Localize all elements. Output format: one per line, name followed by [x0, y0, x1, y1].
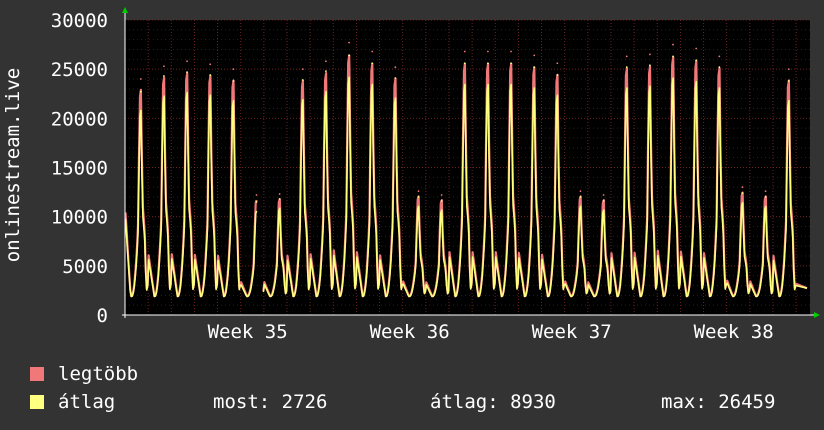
- peak-point-max: [741, 186, 744, 189]
- peak-point-max: [579, 190, 582, 193]
- legend-swatch-max: [30, 367, 44, 381]
- peak-point-avg: [487, 62, 489, 65]
- y-tick-label: 10000: [51, 207, 108, 229]
- x-tick-label: Week 36: [370, 321, 450, 343]
- y-tick-label: 5000: [62, 256, 108, 278]
- peak-point-max: [695, 47, 698, 50]
- peak-point-max: [325, 60, 327, 63]
- peak-point-avg: [139, 90, 142, 93]
- y-tick-label: 30000: [51, 10, 108, 32]
- peak-point-max: [440, 194, 443, 196]
- peak-point-avg: [255, 201, 258, 203]
- x-axis-arrow: [814, 312, 820, 318]
- peak-point-avg: [648, 64, 651, 67]
- peak-point-max: [625, 55, 628, 58]
- peak-point-avg: [163, 75, 165, 77]
- peak-point-max: [348, 41, 350, 44]
- peak-point-max: [278, 193, 281, 195]
- legend-item-avg: átlag: [30, 390, 115, 414]
- peak-point-avg: [278, 198, 281, 200]
- peak-point-avg: [510, 62, 512, 65]
- peak-point-max: [510, 50, 512, 53]
- legend-item-max: legtöbb: [30, 362, 138, 386]
- peak-point-avg: [348, 54, 350, 57]
- peak-point-avg: [602, 200, 605, 202]
- peak-point-max: [718, 55, 721, 58]
- peak-point-avg: [301, 79, 304, 81]
- x-tick-label: Week 37: [532, 321, 612, 343]
- peak-point-avg: [463, 62, 466, 65]
- peak-point-avg: [625, 66, 628, 69]
- peak-point-avg: [417, 196, 420, 198]
- x-tick-label: Week 35: [208, 321, 288, 343]
- stat-average: átlag: 8930: [430, 390, 556, 414]
- stat-maximum: max: 26459: [661, 390, 775, 414]
- y-tick-label: 0: [97, 305, 108, 327]
- y-tick-label: 25000: [51, 59, 108, 81]
- peak-point-max: [394, 66, 397, 69]
- peak-point-avg: [186, 71, 188, 74]
- peak-point-max: [417, 190, 420, 193]
- peak-point-max: [602, 194, 605, 196]
- peak-point-max: [186, 60, 188, 63]
- peak-point-avg: [533, 66, 536, 69]
- peak-point-avg: [325, 70, 327, 73]
- peak-point-max: [533, 54, 536, 57]
- x-tick-labels: Week 35 Week 36 Week 37 Week 38: [208, 321, 774, 343]
- y-tick-label: 20000: [51, 108, 108, 130]
- peak-point-max: [209, 63, 212, 66]
- peak-point-avg: [695, 59, 698, 62]
- y-axis-label: onlinestream.live: [2, 68, 24, 262]
- peak-point-avg: [741, 192, 744, 194]
- peak-point-avg: [556, 74, 559, 76]
- legend-label-avg: átlag: [58, 391, 116, 413]
- x-tick-label: Week 38: [694, 321, 774, 343]
- peak-point-avg: [718, 66, 721, 69]
- peak-point-max: [371, 50, 374, 53]
- peak-point-avg: [787, 80, 790, 82]
- peak-point-max: [648, 53, 651, 56]
- peak-point-max: [463, 50, 466, 53]
- peak-point-max: [487, 50, 489, 53]
- peak-point-max: [787, 68, 790, 71]
- stat-current-value: most: 2726: [213, 391, 328, 413]
- peak-point-max: [301, 68, 304, 71]
- peak-point-avg: [209, 74, 212, 76]
- peak-point-max: [139, 78, 142, 80]
- legend-swatch-avg: [30, 395, 44, 409]
- peak-point-avg: [232, 80, 235, 82]
- peak-point-max: [556, 62, 559, 65]
- stat-maximum-value: max: 26459: [661, 391, 776, 413]
- peak-point-avg: [371, 62, 374, 65]
- peak-point-avg: [394, 77, 397, 79]
- peak-point-max: [764, 190, 767, 193]
- y-axis-arrow: [122, 7, 128, 13]
- y-tick-label: 15000: [51, 158, 108, 180]
- peak-point-max: [232, 68, 235, 71]
- stat-average-value: átlag: 8930: [430, 391, 556, 413]
- peak-point-avg: [440, 200, 443, 202]
- peak-point-max: [163, 65, 165, 68]
- peak-point-avg: [764, 196, 767, 198]
- legend-label-max: legtöbb: [58, 363, 139, 385]
- peak-point-max: [255, 194, 258, 196]
- peak-point-max: [672, 43, 674, 46]
- peak-point-avg: [579, 196, 582, 198]
- peak-point-avg: [672, 55, 674, 58]
- y-tick-labels: 0 5000 10000 15000 20000 25000 30000: [51, 10, 108, 327]
- stat-current: most: 2726: [213, 390, 327, 414]
